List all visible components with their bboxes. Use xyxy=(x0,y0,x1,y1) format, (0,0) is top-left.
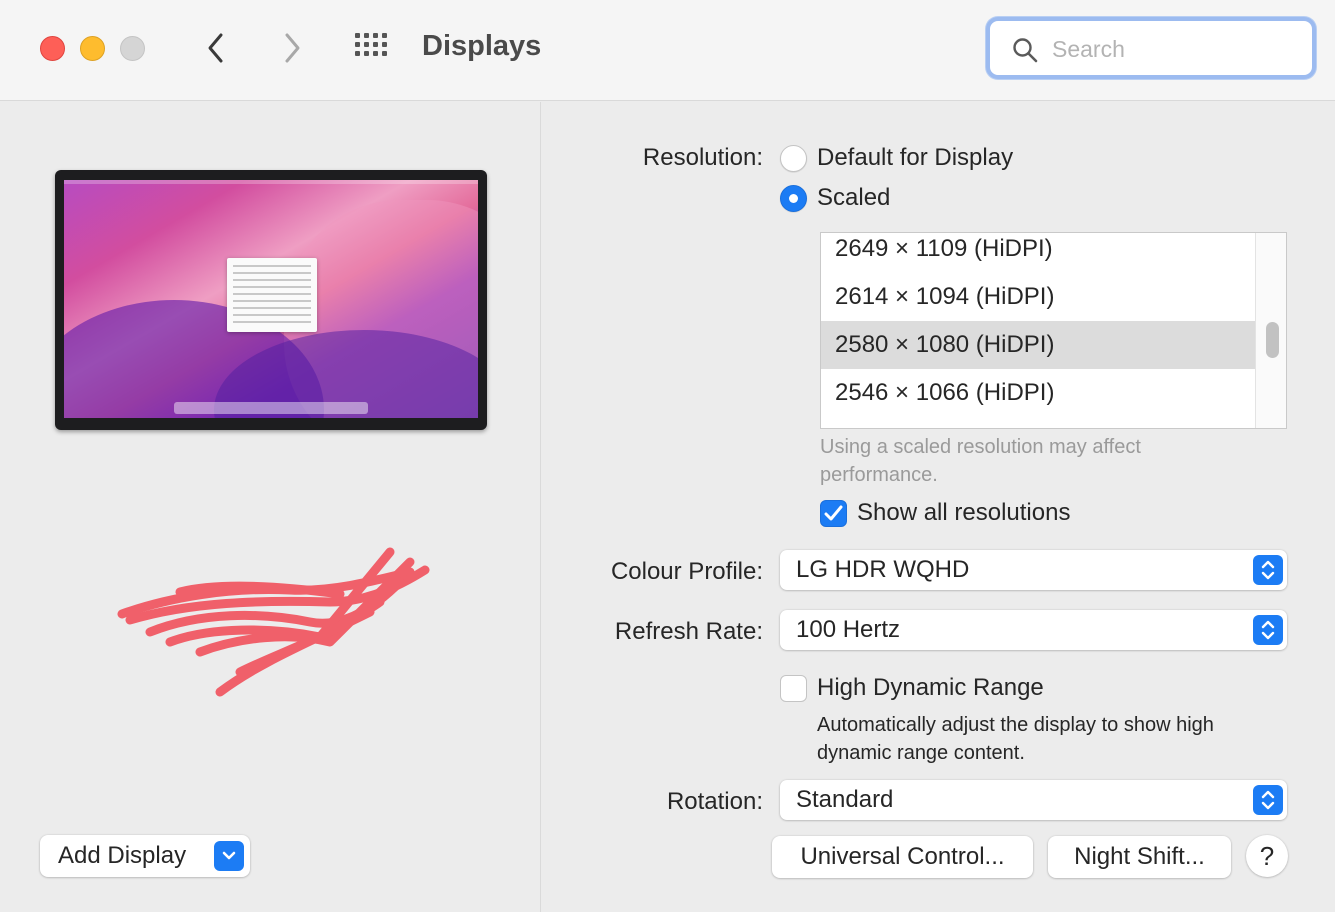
minimize-button[interactable] xyxy=(80,36,105,61)
colour-profile-popup[interactable]: LG HDR WQHD xyxy=(780,550,1287,590)
radio-default-for-display[interactable]: Default for Display xyxy=(780,144,1013,172)
display-arrangement-panel: Add Display xyxy=(0,102,541,912)
hdr-description: Automatically adjust the display to show… xyxy=(817,714,1214,764)
radio-scaled[interactable]: Scaled xyxy=(780,184,890,212)
universal-control-button[interactable]: Universal Control... xyxy=(772,836,1033,878)
resolution-list[interactable]: 2649 × 1109 (HiDPI) 2614 × 1094 (HiDPI) … xyxy=(820,232,1287,429)
forward-button[interactable] xyxy=(274,28,310,68)
radio-button-selected[interactable] xyxy=(780,184,807,212)
forward-chevron-icon xyxy=(285,33,300,63)
high-dynamic-range-checkbox[interactable]: High Dynamic Range xyxy=(780,674,1044,702)
resolution-list-item-selected[interactable]: 2580 × 1080 (HiDPI) xyxy=(821,321,1255,369)
chevron-down-icon xyxy=(214,841,244,871)
night-shift-button[interactable]: Night Shift... xyxy=(1048,836,1231,878)
updown-chevron-icon xyxy=(1253,615,1283,645)
show-all-resolutions-label: Show all resolutions xyxy=(857,499,1071,526)
resolution-list-item[interactable]: 2614 × 1094 (HiDPI) xyxy=(821,273,1255,321)
radio-label: Default for Display xyxy=(817,144,1014,171)
scrollbar-thumb[interactable] xyxy=(1266,322,1279,358)
resolution-scrollbar[interactable] xyxy=(1255,233,1286,428)
desktop-wallpaper-preview xyxy=(64,180,478,418)
add-display-button[interactable]: Add Display xyxy=(40,835,250,877)
colour-profile-value: LG HDR WQHD xyxy=(796,556,970,583)
redaction-scribble xyxy=(117,547,430,697)
checkmark-icon xyxy=(824,505,843,520)
search-input[interactable] xyxy=(1052,36,1292,63)
refresh-rate-popup[interactable]: 100 Hertz xyxy=(780,610,1287,650)
help-button[interactable]: ? xyxy=(1246,835,1288,877)
close-button[interactable] xyxy=(40,36,65,61)
display-settings-panel: Resolution: Default for Display Scaled 2… xyxy=(541,102,1335,912)
back-chevron-icon xyxy=(208,33,223,63)
refresh-rate-label: Refresh Rate: xyxy=(614,618,763,645)
checkbox-checked[interactable] xyxy=(820,499,847,527)
radio-label: Scaled xyxy=(817,184,891,211)
rotation-value: Standard xyxy=(796,786,894,813)
high-dynamic-range-label: High Dynamic Range xyxy=(817,674,1044,701)
title-bar: Displays xyxy=(0,0,1335,101)
add-display-label: Add Display xyxy=(58,842,187,869)
rotation-label: Rotation: xyxy=(666,788,763,815)
monitor-thumbnail xyxy=(55,170,487,430)
resolution-label: Resolution: xyxy=(642,144,763,171)
search-field[interactable] xyxy=(986,17,1316,79)
preview-dock xyxy=(174,402,368,414)
scaled-resolution-note: Using a scaled resolution may affect per… xyxy=(820,436,1141,486)
preview-window xyxy=(227,258,317,332)
checkbox-unchecked[interactable] xyxy=(780,674,807,702)
resolution-list-item[interactable]: 2546 × 1066 (HiDPI) xyxy=(821,369,1255,417)
zoom-button[interactable] xyxy=(120,36,145,61)
updown-chevron-icon xyxy=(1253,785,1283,815)
window-title: Displays xyxy=(422,30,542,62)
rotation-popup[interactable]: Standard xyxy=(780,780,1287,820)
show-all-resolutions-checkbox[interactable]: Show all resolutions xyxy=(820,499,1070,527)
radio-button[interactable] xyxy=(780,144,807,172)
search-icon xyxy=(1013,38,1038,63)
resolution-list-item[interactable]: 2649 × 1109 (HiDPI) xyxy=(821,233,1255,273)
refresh-rate-value: 100 Hertz xyxy=(796,616,901,643)
updown-chevron-icon xyxy=(1253,555,1283,585)
back-button[interactable] xyxy=(198,28,234,68)
show-all-grid-icon[interactable] xyxy=(352,30,392,66)
displays-window: Displays Search Add Display Resolution: … xyxy=(0,0,1335,912)
colour-profile-label: Colour Profile: xyxy=(610,558,763,585)
